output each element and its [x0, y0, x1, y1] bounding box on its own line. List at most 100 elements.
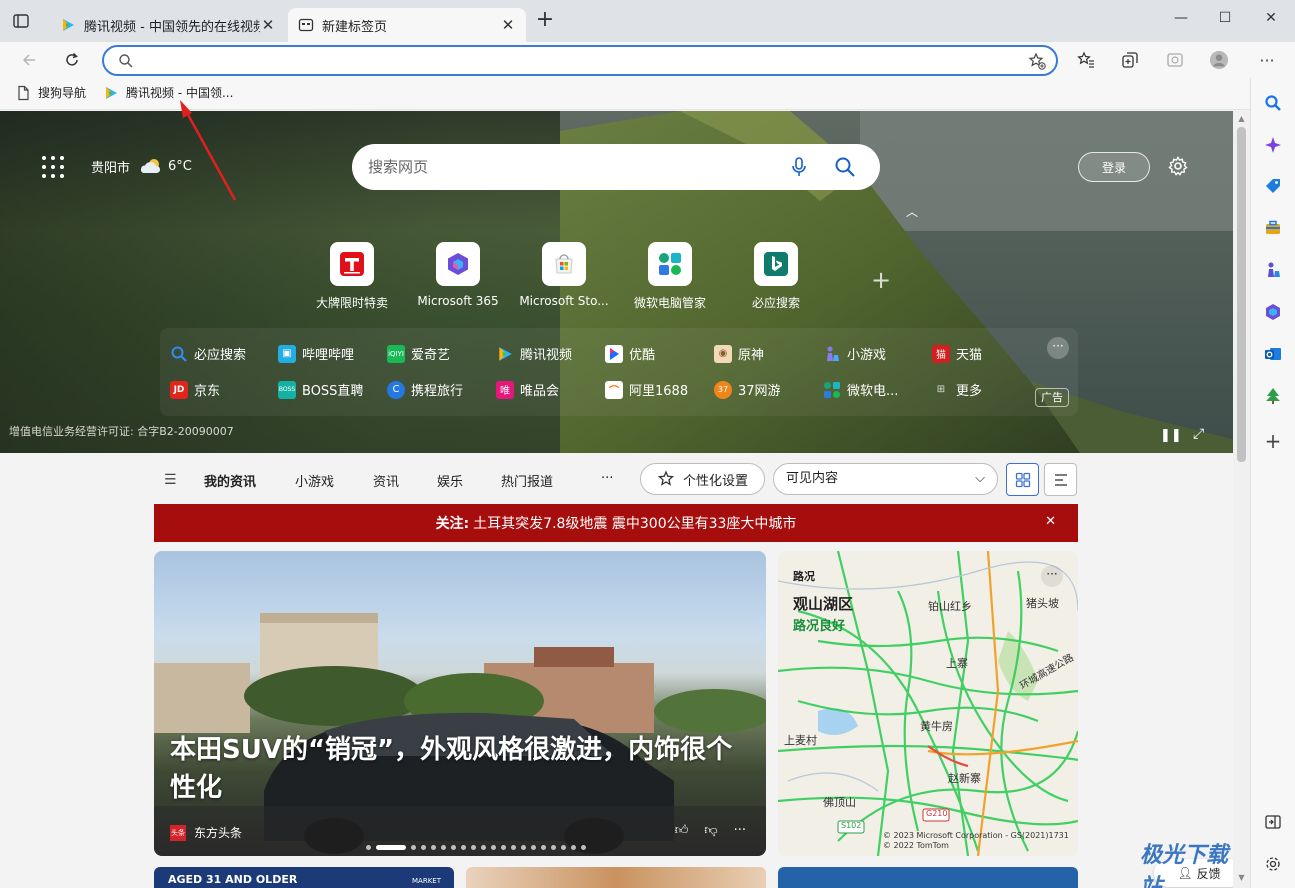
profile-avatar-icon[interactable]	[1209, 50, 1229, 70]
news-card-preview[interactable]	[466, 867, 766, 888]
site-link[interactable]: JD 京东	[170, 380, 220, 399]
tools-briefcase-icon[interactable]	[1263, 218, 1283, 238]
search-submit-icon[interactable]	[834, 156, 856, 178]
refresh-button[interactable]	[62, 50, 82, 70]
site-link[interactable]: 腾讯视频	[496, 344, 572, 363]
featured-news-title[interactable]: 本田SUV的“销冠”，外观风格很激进，内饰很个性化	[170, 731, 750, 807]
hide-sidebar-icon[interactable]	[1263, 812, 1283, 832]
performance-icon[interactable]	[1165, 50, 1185, 70]
outlook-icon[interactable]	[1263, 344, 1283, 364]
site-links-options-button[interactable]: ···	[1047, 337, 1069, 359]
site-link[interactable]: C 携程旅行	[387, 380, 463, 399]
pause-background-button[interactable]: ❚❚	[1160, 428, 1182, 443]
traffic-card[interactable]: 路况 观山湖区 路况良好 ··· 铂山红乡 猪头坡 上寨 黄牛房 上麦村 佛顶山…	[778, 551, 1078, 856]
search-icon[interactable]	[1263, 93, 1283, 113]
discover-sparkle-icon[interactable]	[1263, 135, 1283, 155]
maximize-button[interactable]: ☐	[1214, 10, 1236, 32]
microphone-icon[interactable]	[790, 157, 808, 177]
site-link[interactable]: 微软电...	[823, 380, 898, 399]
feed-tab-mini-games[interactable]: 小游戏	[295, 471, 334, 490]
site-link[interactable]: iQIYI 爱奇艺	[387, 344, 450, 363]
grid-layout-button[interactable]	[1006, 463, 1039, 496]
more-options-icon[interactable]: ···	[1041, 565, 1063, 587]
feed-tab-entertainment[interactable]: 娱乐	[437, 471, 463, 490]
hamburger-menu-icon[interactable]: ☰	[164, 472, 177, 488]
close-window-button[interactable]: ✕	[1260, 10, 1282, 32]
quick-link-tile[interactable]: 微软电脑管家	[618, 242, 722, 311]
quick-link-tile[interactable]: Microsoft Sto...	[512, 242, 616, 308]
feed-tab-my-news[interactable]: 我的资讯	[204, 471, 256, 490]
minimize-button[interactable]: —	[1170, 10, 1192, 32]
collections-icon[interactable]	[1120, 50, 1140, 70]
add-quick-link-button[interactable]: +	[871, 266, 891, 294]
featured-news-card[interactable]: 本田SUV的“销冠”，外观风格很激进，内饰很个性化 头条 东方头条 👍︎ 👎︎ …	[154, 551, 766, 856]
site-link[interactable]: 37 37网游	[714, 380, 781, 399]
page-settings-gear-icon[interactable]	[1168, 156, 1188, 176]
back-button[interactable]	[19, 50, 39, 70]
web-search-input[interactable]	[368, 156, 768, 178]
new-tab-button[interactable]: +	[535, 9, 555, 31]
news-card-preview[interactable]: AGED 31 AND OLDER MARKET	[154, 867, 454, 888]
breaking-news-banner[interactable]: 关注: 土耳其突发7.8级地震 震中300公里有33座大中城市 ✕	[154, 504, 1078, 542]
add-favorite-icon[interactable]	[1028, 52, 1046, 70]
page-scrollbar[interactable]: ▲ ▼	[1233, 111, 1250, 888]
favorite-sogou-nav[interactable]: 搜狗导航	[15, 84, 86, 101]
thumbs-up-icon[interactable]: 👍︎	[675, 823, 689, 838]
favorite-label: 腾讯视频 - 中国领...	[126, 86, 234, 100]
quick-link-tile[interactable]: Microsoft 365	[406, 242, 510, 308]
hero-background: 贵阳市 6°C 登录 ︿ 大牌限时特卖 Microsoft 365 Micros…	[0, 111, 1233, 453]
close-icon[interactable]: ✕	[1045, 514, 1056, 529]
web-search-box[interactable]	[352, 144, 880, 190]
list-layout-button[interactable]	[1044, 463, 1077, 496]
tmall-icon: 猫	[932, 344, 950, 363]
sidebar-settings-gear-icon[interactable]	[1263, 854, 1283, 874]
personalize-button[interactable]: 个性化设置	[640, 463, 765, 495]
shopping-tag-icon[interactable]	[1263, 176, 1283, 196]
favorite-tencent-video[interactable]: 腾讯视频 - 中国领...	[103, 84, 233, 101]
site-link[interactable]: 优酷	[605, 344, 655, 363]
address-input[interactable]	[150, 51, 1010, 71]
scroll-up-arrow-icon[interactable]: ▲	[1236, 114, 1247, 125]
tab-tencent-video[interactable]: 腾讯视频 - 中国领先的在线视频 ✕	[50, 8, 286, 42]
feed-tab-trending[interactable]: 热门报道	[501, 471, 553, 490]
site-link[interactable]: ▣ 哔哩哔哩	[278, 344, 354, 363]
site-link[interactable]: BOSS BOSS直聘	[278, 380, 363, 399]
login-button[interactable]: 登录	[1078, 152, 1150, 182]
news-source[interactable]: 头条 东方头条	[170, 824, 242, 841]
tab-actions-icon[interactable]	[12, 12, 32, 32]
collapse-chevron-up-icon[interactable]: ︿	[906, 203, 918, 220]
map-road-label: S102	[841, 821, 862, 830]
site-link[interactable]: ⌒ 阿里1688	[605, 380, 688, 399]
tree-icon[interactable]	[1263, 386, 1283, 406]
quick-link-tile[interactable]: 大牌限时特卖	[300, 242, 404, 311]
site-link[interactable]: ⊞ 更多	[932, 380, 982, 399]
settings-more-icon[interactable]: ···	[1257, 50, 1277, 70]
visible-content-dropdown[interactable]: 可见内容 ⌵	[773, 463, 998, 495]
close-tab-icon[interactable]: ✕	[260, 16, 276, 34]
thumbs-down-icon[interactable]: 👎︎	[704, 823, 717, 838]
site-link[interactable]: 唯唯品会	[496, 380, 559, 399]
close-tab-icon[interactable]: ✕	[500, 16, 516, 34]
quick-link-tile[interactable]: 必应搜索	[724, 242, 828, 311]
iqiyi-icon: iQIYI	[387, 344, 405, 363]
add-sidebar-app-icon[interactable]: +	[1263, 429, 1283, 453]
feed-more-tabs-button[interactable]: ···	[601, 471, 613, 486]
site-link[interactable]: ◉ 原神	[714, 344, 764, 363]
apps-grid-icon[interactable]	[42, 156, 64, 178]
weather-widget[interactable]: 贵阳市 6°C	[91, 156, 192, 176]
more-options-icon[interactable]: ···	[734, 823, 746, 838]
scrollbar-thumb[interactable]	[1237, 127, 1246, 462]
feed-tab-news[interactable]: 资讯	[373, 471, 399, 490]
microsoft365-icon[interactable]	[1263, 302, 1283, 322]
site-link[interactable]: 必应搜索	[170, 344, 246, 363]
address-bar[interactable]	[102, 45, 1058, 76]
chevron-down-icon: ⌵	[975, 471, 985, 486]
site-link[interactable]: 小游戏	[823, 344, 886, 363]
news-card-preview[interactable]	[778, 867, 1078, 888]
site-link[interactable]: 猫天猫	[932, 344, 982, 363]
expand-icon[interactable]: ⤢	[1193, 426, 1204, 442]
tab-new-tab[interactable]: 新建标签页 ✕	[288, 8, 526, 42]
favorites-icon[interactable]	[1076, 50, 1096, 70]
scroll-down-arrow-icon[interactable]: ▼	[1236, 873, 1247, 884]
games-chess-icon[interactable]	[1263, 260, 1283, 280]
